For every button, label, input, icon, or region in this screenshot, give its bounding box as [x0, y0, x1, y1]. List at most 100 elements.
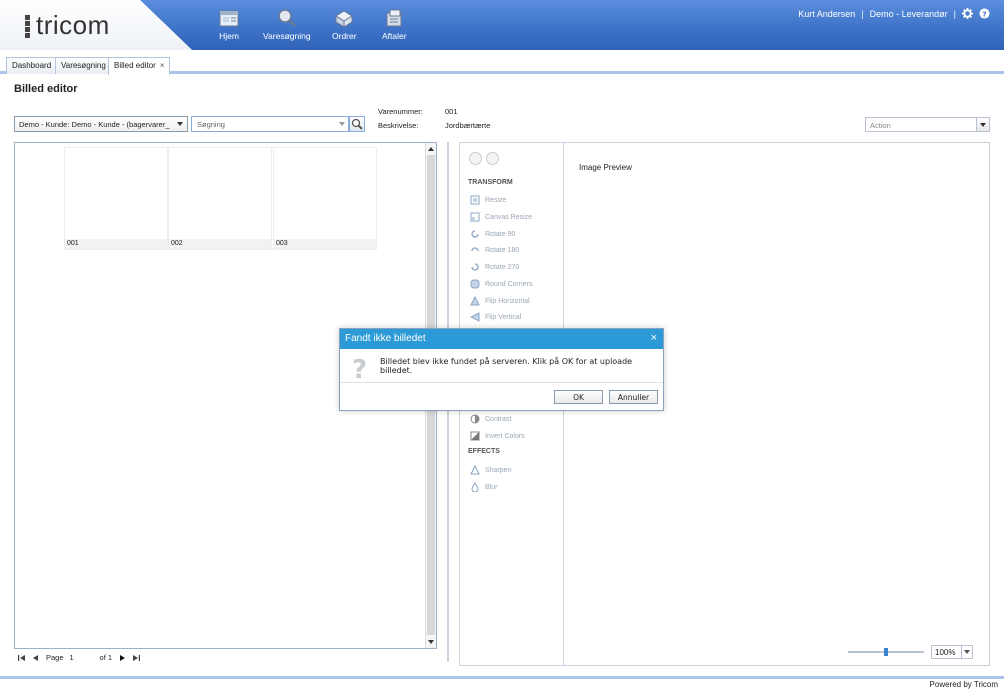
nav-hjem[interactable]: Hjem	[218, 8, 240, 41]
first-page-icon[interactable]	[18, 654, 26, 662]
tool-round-corners[interactable]: Round Corners	[470, 279, 532, 289]
user-name-link[interactable]: Kurt Andersen	[798, 9, 855, 19]
logo-area: tricom	[0, 0, 192, 50]
pager: Page 1 of 1	[18, 653, 141, 662]
nav-aftaler[interactable]: Aftaler	[382, 8, 407, 41]
action-placeholder: Action	[870, 121, 891, 130]
powered-by: Powered by Tricom	[929, 680, 998, 689]
image-thumbnail[interactable]: 003	[273, 147, 377, 250]
nav-ordrer-label: Ordrer	[332, 31, 357, 41]
tool-sharpen[interactable]: Sharpen	[470, 465, 511, 475]
rotate-90-icon	[471, 230, 479, 238]
customer-select-value: Demo - Kunde: Demo - Kunde - (bagervarer…	[19, 120, 170, 129]
invert-colors-icon	[470, 431, 480, 441]
flip-vertical-icon	[470, 312, 480, 322]
effects-heading: EFFECTS	[468, 448, 500, 455]
rotate-180-icon	[471, 247, 479, 252]
tab-close-icon[interactable]: ×	[160, 61, 165, 70]
svg-text:?: ?	[982, 9, 986, 18]
app-header: tricom Hjem Varesøgning Ordrer Aftaler K…	[0, 0, 1004, 50]
undo-icon[interactable]	[469, 152, 482, 165]
thumbnail-caption: 003	[274, 239, 376, 249]
nav-varesogning-label: Varesøgning	[263, 31, 311, 41]
gear-icon[interactable]	[962, 8, 973, 19]
tool-invert-colors[interactable]: Invert Colors	[470, 431, 525, 441]
tool-blur[interactable]: Blur	[470, 482, 497, 492]
image-thumbnail[interactable]: 002	[168, 147, 272, 250]
image-preview-title: Image Preview	[579, 163, 632, 172]
tool-rotate-180[interactable]: Rotate 180	[470, 245, 519, 255]
zoom-select[interactable]: 100%	[931, 645, 973, 659]
blur-icon	[471, 482, 479, 492]
scroll-down-icon[interactable]	[428, 640, 434, 644]
chevron-down-icon	[177, 122, 183, 126]
separator: |	[953, 8, 956, 19]
next-page-icon[interactable]	[118, 654, 126, 662]
tab-billed-editor[interactable]: Billed editor ×	[108, 57, 171, 75]
redo-icon[interactable]	[486, 152, 499, 165]
tool-label: Flip Horizontal	[485, 297, 530, 305]
tab-dashboard[interactable]: Dashboard	[6, 57, 58, 74]
tool-label: Flip Vertical	[485, 313, 522, 321]
search-button[interactable]	[349, 116, 365, 132]
page-number-input[interactable]: 1	[70, 653, 94, 662]
tool-rotate-90[interactable]: Rotate 90	[470, 229, 515, 239]
page-label: Page	[46, 653, 64, 662]
image-thumbnail[interactable]: 001	[64, 147, 168, 250]
dialog-message: Billedet blev ikke fundet på serveren. K…	[380, 357, 633, 375]
dialog-header: Fandt ikke billedet ×	[340, 329, 663, 349]
tab-varesogning[interactable]: Varesøgning	[55, 57, 112, 74]
scroll-up-icon[interactable]	[428, 147, 434, 151]
varenummer-value: 001	[445, 107, 458, 116]
tool-contrast[interactable]: Contrast	[470, 414, 511, 424]
close-icon[interactable]: ×	[651, 332, 657, 344]
tool-label: Rotate 90	[485, 230, 516, 238]
tab-label: Varesøgning	[61, 61, 106, 70]
tool-canvas-resize[interactable]: Canvas Resize	[470, 212, 532, 222]
search-icon	[351, 118, 363, 130]
tool-label: Canvas Resize	[485, 213, 533, 221]
chevron-down-icon[interactable]	[976, 118, 989, 131]
company-link[interactable]: Demo - Leverandør	[870, 9, 948, 19]
search-input[interactable]: Søgning	[191, 116, 349, 132]
not-found-dialog: Fandt ikke billedet × ? Billedet blev ik…	[339, 328, 664, 411]
tool-label: Contrast	[485, 415, 512, 423]
thumbnail-caption: 001	[65, 239, 167, 249]
tool-resize[interactable]: Resize	[470, 195, 506, 205]
page-title: Billed editor	[14, 83, 78, 95]
varenummer-label: Varenummer:	[378, 107, 423, 116]
chevron-down-icon[interactable]	[961, 646, 972, 658]
nav-aftaler-label: Aftaler	[382, 31, 407, 41]
ok-button[interactable]: OK	[554, 390, 603, 404]
footer-divider	[0, 676, 1004, 679]
help-icon[interactable]: ?	[979, 8, 990, 19]
magnifier-icon	[278, 9, 296, 27]
tool-flip-horizontal[interactable]: Flip Horizontal	[470, 296, 530, 306]
separator: |	[861, 8, 864, 19]
action-select[interactable]: Action	[865, 117, 990, 132]
tool-rotate-270[interactable]: Rotate 270	[470, 262, 519, 272]
sharpen-icon	[470, 465, 480, 475]
customer-select[interactable]: Demo - Kunde: Demo - Kunde - (bagervarer…	[14, 116, 188, 132]
beskrivelse-value: Jordbærtærte	[445, 121, 491, 130]
chevron-down-icon[interactable]	[339, 122, 345, 126]
page-of-label: of 1	[99, 653, 113, 662]
tool-flip-vertical[interactable]: Flip Vertical	[470, 312, 521, 322]
zoom-value: 100%	[935, 648, 956, 657]
tool-label: Resize	[485, 196, 507, 204]
tool-label: Sharpen	[485, 466, 512, 474]
cancel-button[interactable]: Annuller	[609, 390, 658, 404]
question-icon: ?	[352, 355, 368, 385]
nav-hjem-label: Hjem	[219, 31, 239, 41]
zoom-slider-handle[interactable]	[884, 648, 888, 656]
nav-ordrer[interactable]: Ordrer	[332, 8, 357, 41]
last-page-icon[interactable]	[132, 654, 141, 662]
tab-label: Billed editor	[114, 61, 156, 70]
prev-page-icon[interactable]	[32, 654, 40, 662]
undo-redo-group	[469, 152, 499, 165]
user-area: Kurt Andersen | Demo - Leverandør | ?	[798, 8, 990, 19]
nav-varesogning[interactable]: Varesøgning	[263, 8, 311, 41]
contrast-icon	[470, 414, 480, 424]
transform-heading: TRANSFORM	[468, 179, 513, 186]
round-corners-icon	[470, 279, 480, 289]
